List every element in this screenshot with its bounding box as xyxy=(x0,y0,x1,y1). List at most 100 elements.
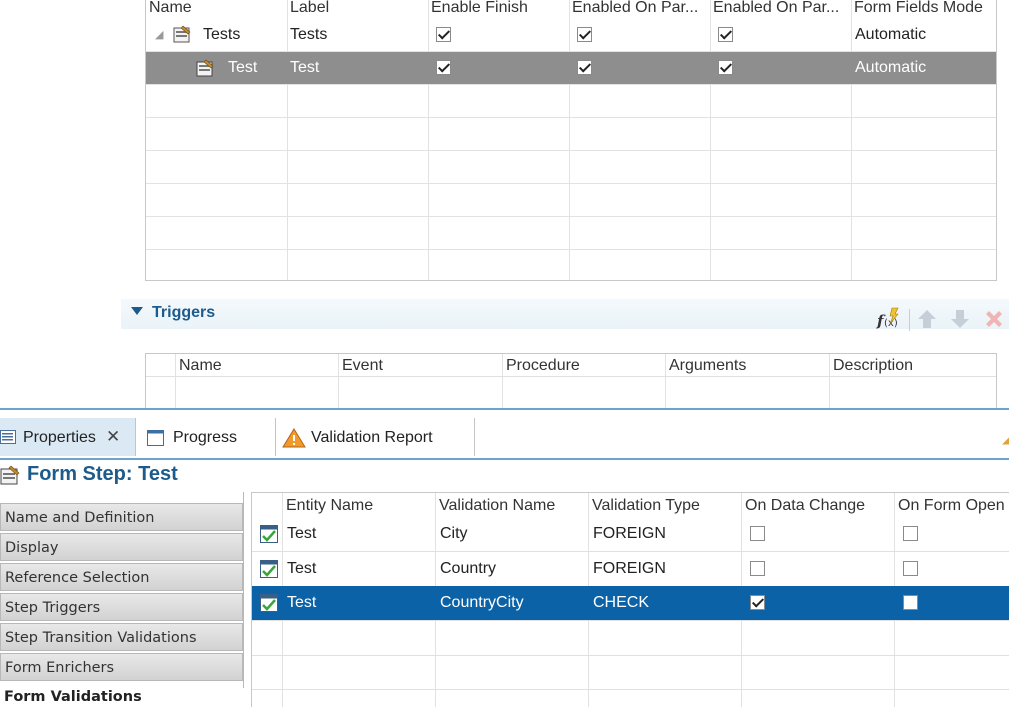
tab-properties[interactable]: Properties ✕ xyxy=(0,418,136,456)
empty-row xyxy=(146,118,996,151)
tree-table-header: Name Label Enable Finish Enabled On Par.… xyxy=(146,0,996,20)
column-header-enabled-on-par-1[interactable]: Enabled On Par... xyxy=(572,0,698,17)
column-header-on-form-open[interactable]: On Form Open xyxy=(898,497,1005,515)
svg-text:(x): (x) xyxy=(884,318,898,329)
nav-divider xyxy=(243,492,244,688)
form-step-icon xyxy=(196,59,214,77)
validation-entity-icon xyxy=(260,560,278,578)
entity-name-cell: Test xyxy=(287,594,317,611)
on-form-open-checkbox[interactable] xyxy=(903,561,918,576)
column-header-event[interactable]: Event xyxy=(342,357,383,375)
nav-item-name-and-definition[interactable]: Name and Definition xyxy=(0,503,243,531)
function-icon[interactable]: f (x) xyxy=(876,307,900,331)
empty-row xyxy=(146,85,996,118)
column-header-validation-type[interactable]: Validation Type xyxy=(592,497,700,515)
validation-entity-icon xyxy=(260,525,278,543)
column-header-name[interactable]: Name xyxy=(149,0,192,17)
tree-row-name: Tests xyxy=(203,26,241,43)
column-header-enable-finish[interactable]: Enable Finish xyxy=(431,0,528,17)
table-row[interactable]: Test Country FOREIGN xyxy=(252,552,1009,587)
enabled-on-par-1-checkbox[interactable] xyxy=(577,27,592,42)
tab-label: Progress xyxy=(173,429,238,446)
tree-row-label: Test xyxy=(290,59,320,76)
on-data-change-checkbox[interactable] xyxy=(750,561,765,576)
nav-item-step-transition-validations[interactable]: Step Transition Validations xyxy=(0,623,243,651)
nav-item-form-enrichers[interactable]: Form Enrichers xyxy=(0,653,243,681)
tree-row-label: Tests xyxy=(290,26,328,43)
empty-row xyxy=(252,689,1009,707)
tab-progress[interactable]: Progress xyxy=(137,418,276,456)
properties-nav: Name and Definition Display Reference Se… xyxy=(0,492,244,711)
column-header-on-data-change[interactable]: On Data Change xyxy=(745,497,865,515)
nav-item-step-triggers[interactable]: Step Triggers xyxy=(0,593,243,621)
move-up-icon[interactable] xyxy=(915,307,939,331)
column-header-name[interactable]: Name xyxy=(179,357,222,375)
validation-name-cell: Country xyxy=(440,560,497,577)
view-menu-icon[interactable]: ◢ xyxy=(1002,432,1009,446)
empty-row xyxy=(146,217,996,250)
validation-type-cell: FOREIGN xyxy=(593,560,666,577)
panel-spacer xyxy=(0,410,1009,418)
table-row[interactable]: Test City FOREIGN xyxy=(252,517,1009,552)
table-row-selected[interactable]: Test CountryCity CHECK xyxy=(252,586,1009,621)
tab-validation-report[interactable]: Validation Report xyxy=(276,418,475,456)
validation-type-cell: CHECK xyxy=(593,594,650,611)
form-fields-mode-value: Automatic xyxy=(855,26,927,43)
collapse-arrow-icon[interactable] xyxy=(131,307,143,315)
page-title: Form Step: Test xyxy=(27,463,178,485)
move-down-icon[interactable] xyxy=(948,307,972,331)
enable-finish-checkbox[interactable] xyxy=(436,60,451,75)
entity-name-cell: Test xyxy=(287,525,317,542)
validation-entity-icon xyxy=(260,594,278,612)
column-header-validation-name[interactable]: Validation Name xyxy=(439,497,555,515)
close-icon[interactable]: ✕ xyxy=(106,417,120,457)
entity-name-cell: Test xyxy=(287,560,317,577)
triggers-table[interactable]: Name Event Procedure Arguments Descripti… xyxy=(145,353,997,414)
progress-icon xyxy=(147,430,164,446)
tree-row-tests[interactable]: ◢ Tests Tests Automatic xyxy=(146,19,996,52)
empty-row xyxy=(252,621,1009,656)
nav-item-form-validations[interactable]: Form Validations xyxy=(0,683,243,711)
validation-type-cell: FOREIGN xyxy=(593,525,666,542)
on-form-open-checkbox[interactable] xyxy=(903,595,918,610)
empty-row xyxy=(146,151,996,184)
validations-table-header: Entity Name Validation Name Validation T… xyxy=(252,493,1009,519)
form-step-icon xyxy=(0,465,20,485)
tree-row-name: Test xyxy=(228,59,258,76)
on-data-change-checkbox[interactable] xyxy=(750,595,765,610)
form-steps-tree-table[interactable]: Name Label Enable Finish Enabled On Par.… xyxy=(145,0,997,281)
validation-name-cell: City xyxy=(440,525,468,542)
tab-label: Properties xyxy=(23,429,96,446)
validation-name-cell: CountryCity xyxy=(440,594,524,611)
on-form-open-checkbox[interactable] xyxy=(903,526,918,541)
expand-arrow-icon[interactable]: ◢ xyxy=(155,19,163,51)
enabled-on-par-2-checkbox[interactable] xyxy=(718,27,733,42)
empty-row xyxy=(146,184,996,217)
nav-item-reference-selection[interactable]: Reference Selection xyxy=(0,563,243,591)
enabled-on-par-1-checkbox[interactable] xyxy=(577,60,592,75)
column-header-procedure[interactable]: Procedure xyxy=(506,357,580,375)
empty-row xyxy=(252,655,1009,690)
triggers-title[interactable]: Triggers xyxy=(152,304,215,322)
column-header-label[interactable]: Label xyxy=(290,0,329,17)
toolbar-separator xyxy=(909,309,910,331)
nav-item-display[interactable]: Display xyxy=(0,533,243,561)
enable-finish-checkbox[interactable] xyxy=(436,27,451,42)
form-fields-mode-value: Automatic xyxy=(855,59,927,76)
column-header-arguments[interactable]: Arguments xyxy=(669,357,746,375)
form-group-icon xyxy=(173,25,191,43)
warning-icon xyxy=(282,428,306,448)
tab-label: Validation Report xyxy=(311,429,433,446)
column-header-description[interactable]: Description xyxy=(833,357,913,375)
column-header-entity-name[interactable]: Entity Name xyxy=(286,497,373,515)
form-validations-table[interactable]: Entity Name Validation Name Validation T… xyxy=(251,492,1009,707)
tree-row-test[interactable]: Test Test Automatic xyxy=(146,52,996,85)
enabled-on-par-2-checkbox[interactable] xyxy=(718,60,733,75)
column-header-enabled-on-par-2[interactable]: Enabled On Par... xyxy=(713,0,839,17)
delete-icon[interactable] xyxy=(982,307,1006,331)
column-header-form-fields-mode[interactable]: Form Fields Mode xyxy=(854,0,983,17)
empty-row xyxy=(146,250,996,280)
on-data-change-checkbox[interactable] xyxy=(750,526,765,541)
view-tab-bar: Properties ✕ Progress Validation Report … xyxy=(0,418,1009,460)
properties-icon xyxy=(0,430,16,444)
